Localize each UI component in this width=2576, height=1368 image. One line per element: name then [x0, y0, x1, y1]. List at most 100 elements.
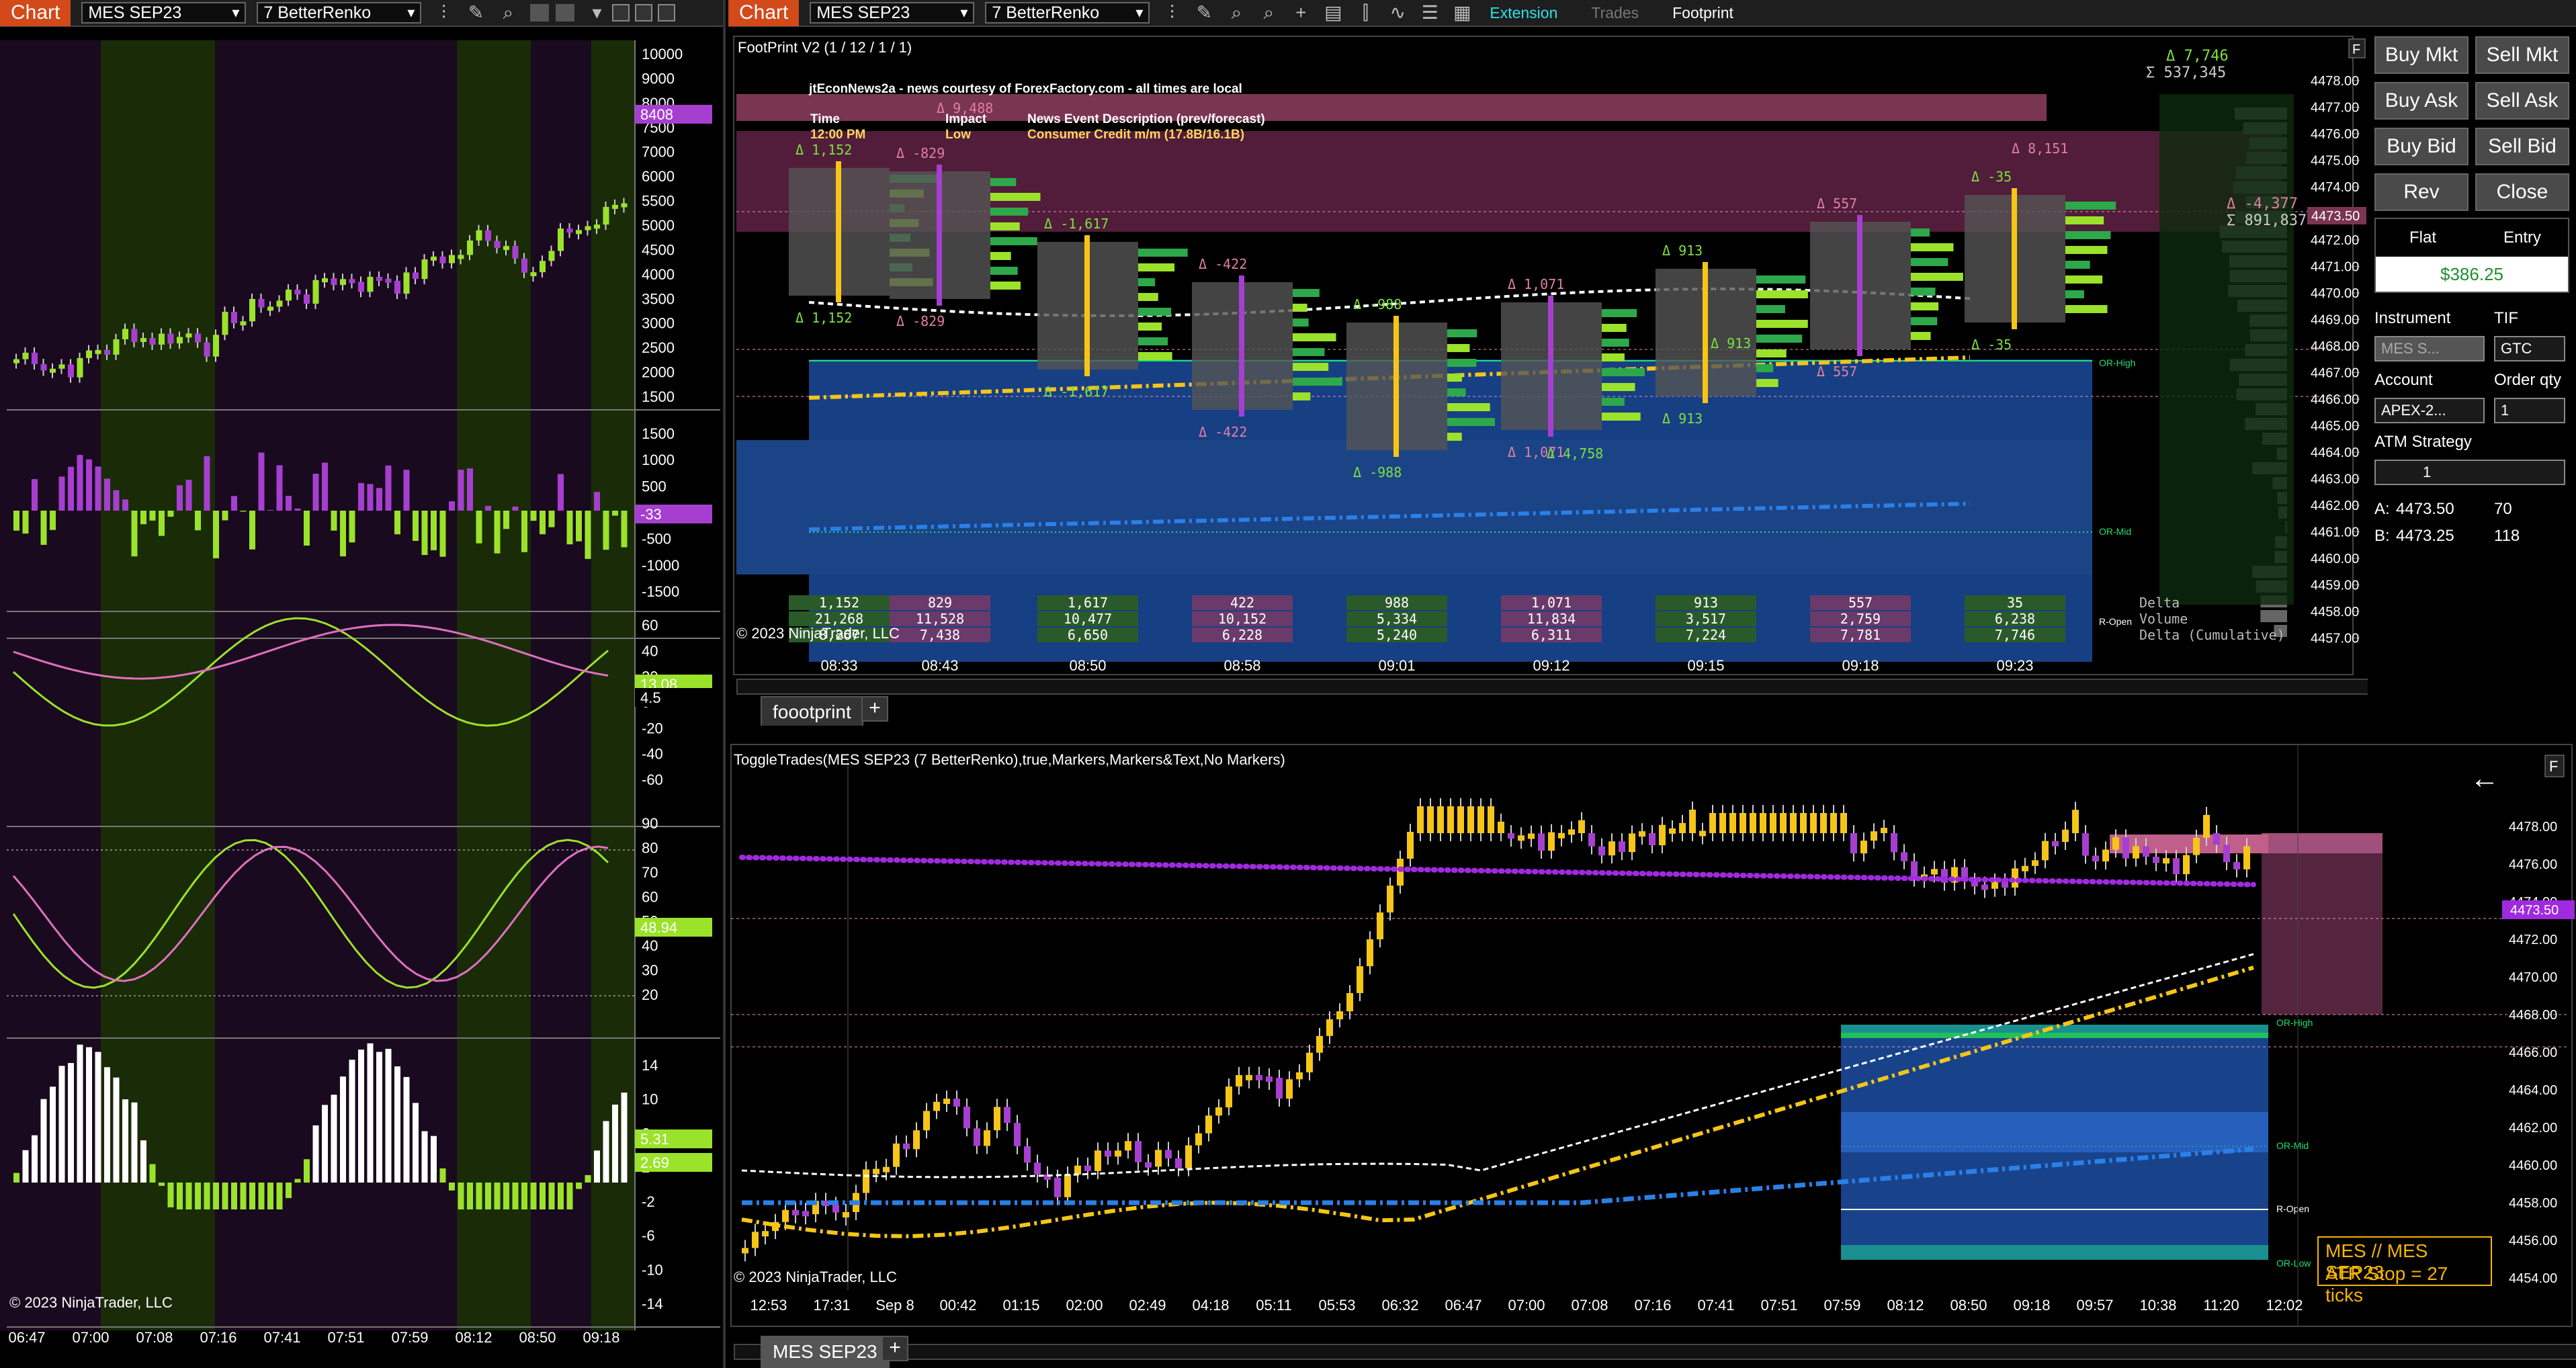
zoom-out-icon[interactable]: ⌕	[1258, 3, 1279, 23]
price-tick-label: 4458.00	[2509, 1196, 2557, 1211]
osc4-bar	[104, 1067, 110, 1183]
or-zone-upper	[809, 359, 2092, 440]
maximize-icon[interactable]	[635, 4, 653, 22]
add-tab-button[interactable]: +	[882, 1336, 908, 1361]
price-candle	[1074, 1165, 1081, 1175]
tab-foootprint[interactable]: foootprint	[761, 696, 863, 726]
instrument-selector[interactable]: MES SEP23	[81, 2, 247, 24]
tab-mes-sep23[interactable]: MES SEP23	[761, 1336, 890, 1368]
sell-ask-button[interactable]: Sell Ask	[2475, 82, 2569, 120]
chart-tab-label[interactable]: Chart	[728, 0, 800, 26]
main-chart-canvas[interactable]: OR-High OR-Mid R-Open OR-Low 4478.00 4476.00 4…	[728, 739, 2576, 1330]
data-box-icon[interactable]: ▦	[1452, 3, 1472, 23]
grid-icon-2[interactable]	[556, 4, 575, 22]
close-position-button[interactable]: Close	[2475, 173, 2569, 211]
r-open-label: R-Open	[2099, 616, 2132, 627]
sell-bid-button[interactable]: Sell Bid	[2475, 128, 2569, 165]
zoom-icon[interactable]: ⌕	[498, 3, 518, 23]
reverse-button[interactable]: Rev	[2374, 173, 2468, 211]
price-candle	[1145, 1162, 1152, 1168]
trades-link[interactable]: Trades	[1591, 4, 1639, 22]
news-desc: Consumer Credit m/m (17.8B/16.1B)	[1027, 128, 1245, 142]
bartype-selector[interactable]: 7 BetterRenko	[257, 2, 422, 24]
osc1-tick-label: -1000	[642, 557, 679, 574]
left-chart-window: Chart MES SEP23 7 BetterRenko ⫶ ✎ ⌕ ▾ 10…	[0, 0, 726, 1368]
time-tick-label: 07:16	[1634, 1297, 1671, 1314]
osc1-bar	[566, 511, 573, 545]
price-candle	[1528, 833, 1535, 839]
bottom-scrollbar[interactable]	[734, 1344, 2576, 1360]
account-label: Account	[2374, 371, 2433, 389]
extra-delta: Δ 8,151	[2012, 140, 2068, 157]
order-qty-input[interactable]: 1	[2494, 398, 2565, 423]
strategies-icon[interactable]: ∿	[1387, 3, 1408, 23]
volume-profile-bar	[1602, 413, 1641, 421]
sell-market-button[interactable]: Sell Mkt	[2475, 36, 2569, 74]
atm-strategy-select[interactable]: 1	[2374, 460, 2565, 485]
indicators-icon[interactable]: ⫿	[1355, 3, 1375, 23]
price-tick-label: 4463.00	[2311, 472, 2359, 487]
volume-profile-bar	[1911, 228, 1930, 237]
osc4-bar	[276, 1183, 283, 1209]
buy-market-button[interactable]: Buy Mkt	[2374, 36, 2468, 74]
close-icon[interactable]	[658, 4, 676, 22]
osc1-bar	[304, 511, 310, 546]
time-tick-label: 00:42	[939, 1297, 976, 1314]
osc4-tick-label: -6	[642, 1228, 655, 1244]
account-select[interactable]: APEX-2...	[2374, 398, 2485, 423]
grid-icon[interactable]	[530, 4, 550, 22]
buy-bid-button[interactable]: Buy Bid	[2374, 128, 2468, 165]
bartype-selector[interactable]: 7 BetterRenko	[985, 2, 1150, 24]
price-candle	[95, 349, 101, 354]
price-candle	[1034, 1162, 1041, 1174]
price-candle	[1881, 828, 1887, 834]
row-volume-value: 5,334	[1377, 611, 1417, 627]
price-candle	[458, 255, 464, 259]
volume-profile-bar	[1293, 304, 1307, 312]
osc3-tick-label: 70	[642, 864, 658, 881]
back-arrow-icon[interactable]: ←	[2470, 762, 2499, 796]
left-chart-canvas[interactable]: 1000090008000750070006000550050004500400…	[0, 27, 726, 1368]
price-candle	[792, 1209, 799, 1215]
zoom-in-icon[interactable]: ⌕	[1226, 3, 1246, 23]
price-candle	[1125, 1141, 1131, 1151]
templates-icon[interactable]: ☰	[1420, 3, 1440, 23]
buy-ask-button[interactable]: Buy Ask	[2374, 82, 2468, 120]
crosshair-icon[interactable]: +	[1291, 3, 1311, 23]
price-tick-label: 4476.00	[2311, 127, 2359, 142]
minimize-icon[interactable]	[612, 4, 630, 22]
bars-icon[interactable]: ⫶	[433, 3, 454, 23]
pencil-icon[interactable]: ✎	[1194, 3, 1214, 23]
price-candle	[1417, 806, 1424, 833]
footprint-link[interactable]: Footprint	[1672, 4, 1733, 22]
chevron-down-icon[interactable]: ▾	[587, 3, 607, 23]
properties-icon[interactable]: ▤	[1323, 3, 1343, 23]
price-candle	[2072, 810, 2079, 833]
osc1-bar	[576, 511, 582, 542]
add-tab-button[interactable]: +	[861, 696, 888, 722]
top-scrollbar[interactable]	[736, 679, 2416, 695]
osc4-bar	[585, 1174, 591, 1183]
instrument-select[interactable]: MES S...	[2374, 336, 2485, 361]
osc1-bar	[149, 511, 156, 521]
volume-profile-bar	[990, 237, 1037, 245]
row-volume-value: 11,834	[1527, 611, 1576, 627]
instrument-selector[interactable]: MES SEP23	[810, 2, 975, 24]
extension-link[interactable]: Extension	[1490, 4, 1557, 22]
tif-select[interactable]: GTC	[2494, 336, 2565, 361]
price-candle	[104, 349, 110, 355]
chart-tab-label[interactable]: Chart	[0, 0, 71, 26]
osc1-bar	[458, 470, 464, 511]
osc3-value-label: 48.94	[640, 919, 677, 936]
row-delta-value: 557	[1848, 595, 1873, 611]
price-candle	[140, 338, 146, 343]
price-candle	[883, 1166, 890, 1172]
time-tick-label: 08:12	[455, 1329, 492, 1346]
price-candle	[1165, 1150, 1172, 1159]
bars-icon[interactable]: ⫶	[1162, 3, 1182, 23]
pencil-icon[interactable]: ✎	[466, 3, 486, 23]
osc4-bar	[249, 1183, 255, 1209]
volume-profile-bar	[1756, 379, 1778, 387]
volume-profile-bar	[1138, 263, 1175, 271]
osc1-bar	[286, 496, 292, 511]
